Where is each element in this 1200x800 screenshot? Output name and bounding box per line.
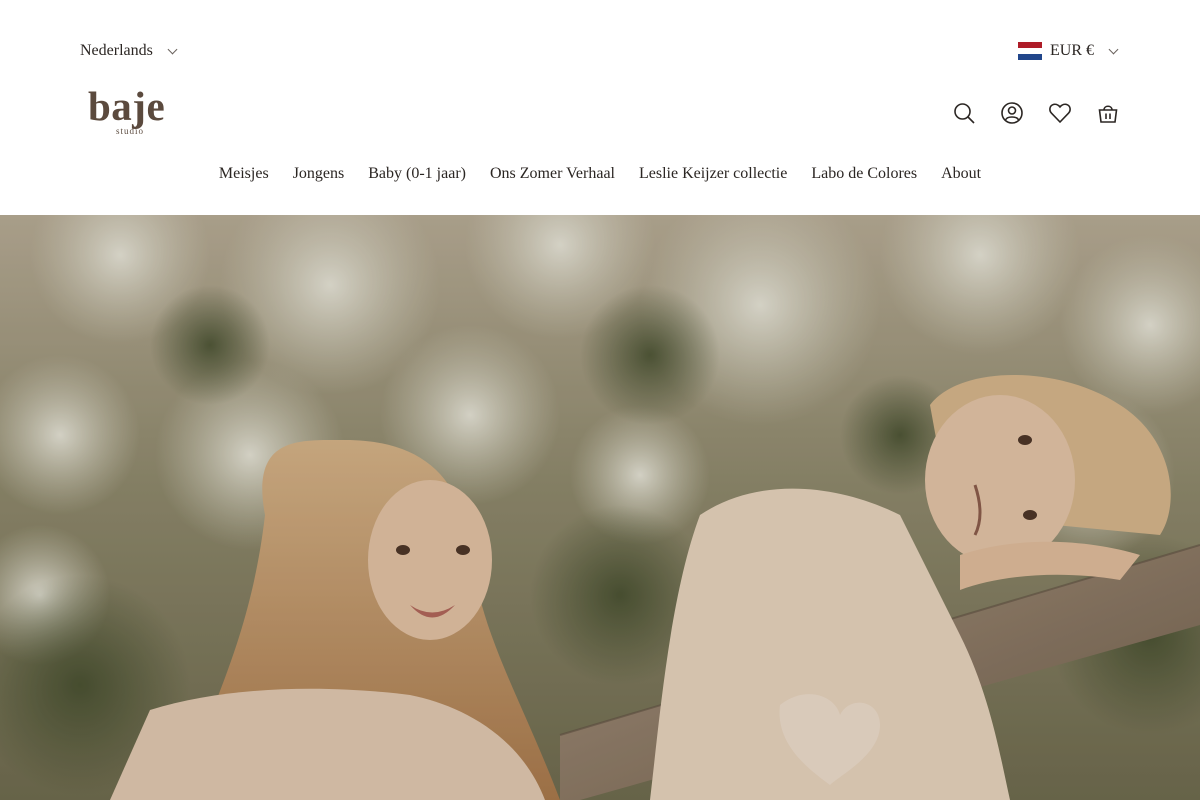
nav-item-meisjes[interactable]: Meisjes	[219, 160, 269, 188]
language-label: Nederlands	[80, 42, 153, 59]
chevron-down-icon	[1108, 44, 1119, 54]
wishlist-button[interactable]	[1048, 98, 1072, 128]
nav-item-jongens[interactable]: Jongens	[293, 160, 345, 188]
site-logo[interactable]: baje studio	[88, 86, 178, 142]
search-icon	[954, 103, 975, 124]
currency-selector[interactable]: EUR €	[1018, 38, 1119, 64]
currency-label: EUR €	[1050, 42, 1094, 59]
account-icon	[1001, 102, 1023, 124]
site-header: Nederlands EUR € baje studio Meisjes Jon…	[0, 0, 1200, 215]
account-button[interactable]	[1000, 98, 1024, 128]
cart-bag-icon	[1098, 105, 1118, 123]
main-navigation: Meisjes Jongens Baby (0-1 jaar) Ons Zome…	[0, 160, 1200, 188]
cart-button[interactable]	[1096, 98, 1120, 128]
header-icons	[952, 98, 1120, 128]
hero-photo-illustration	[0, 215, 1200, 800]
chevron-down-icon	[167, 44, 178, 54]
hero-image[interactable]	[0, 215, 1200, 800]
nav-item-leslie-keijzer-collectie[interactable]: Leslie Keijzer collectie	[639, 160, 787, 188]
search-button[interactable]	[952, 98, 976, 128]
wishlist-heart-icon	[1049, 103, 1071, 124]
logo-wordmark: baje	[88, 83, 166, 129]
nav-item-baby[interactable]: Baby (0-1 jaar)	[368, 160, 466, 188]
nav-item-about[interactable]: About	[941, 160, 981, 188]
logo-subtitle: studio	[116, 126, 145, 136]
nav-item-ons-zomer-verhaal[interactable]: Ons Zomer Verhaal	[490, 160, 615, 188]
nav-item-labo-de-colores[interactable]: Labo de Colores	[811, 160, 917, 188]
language-selector[interactable]: Nederlands	[80, 38, 178, 64]
netherlands-flag-icon	[1018, 42, 1042, 60]
